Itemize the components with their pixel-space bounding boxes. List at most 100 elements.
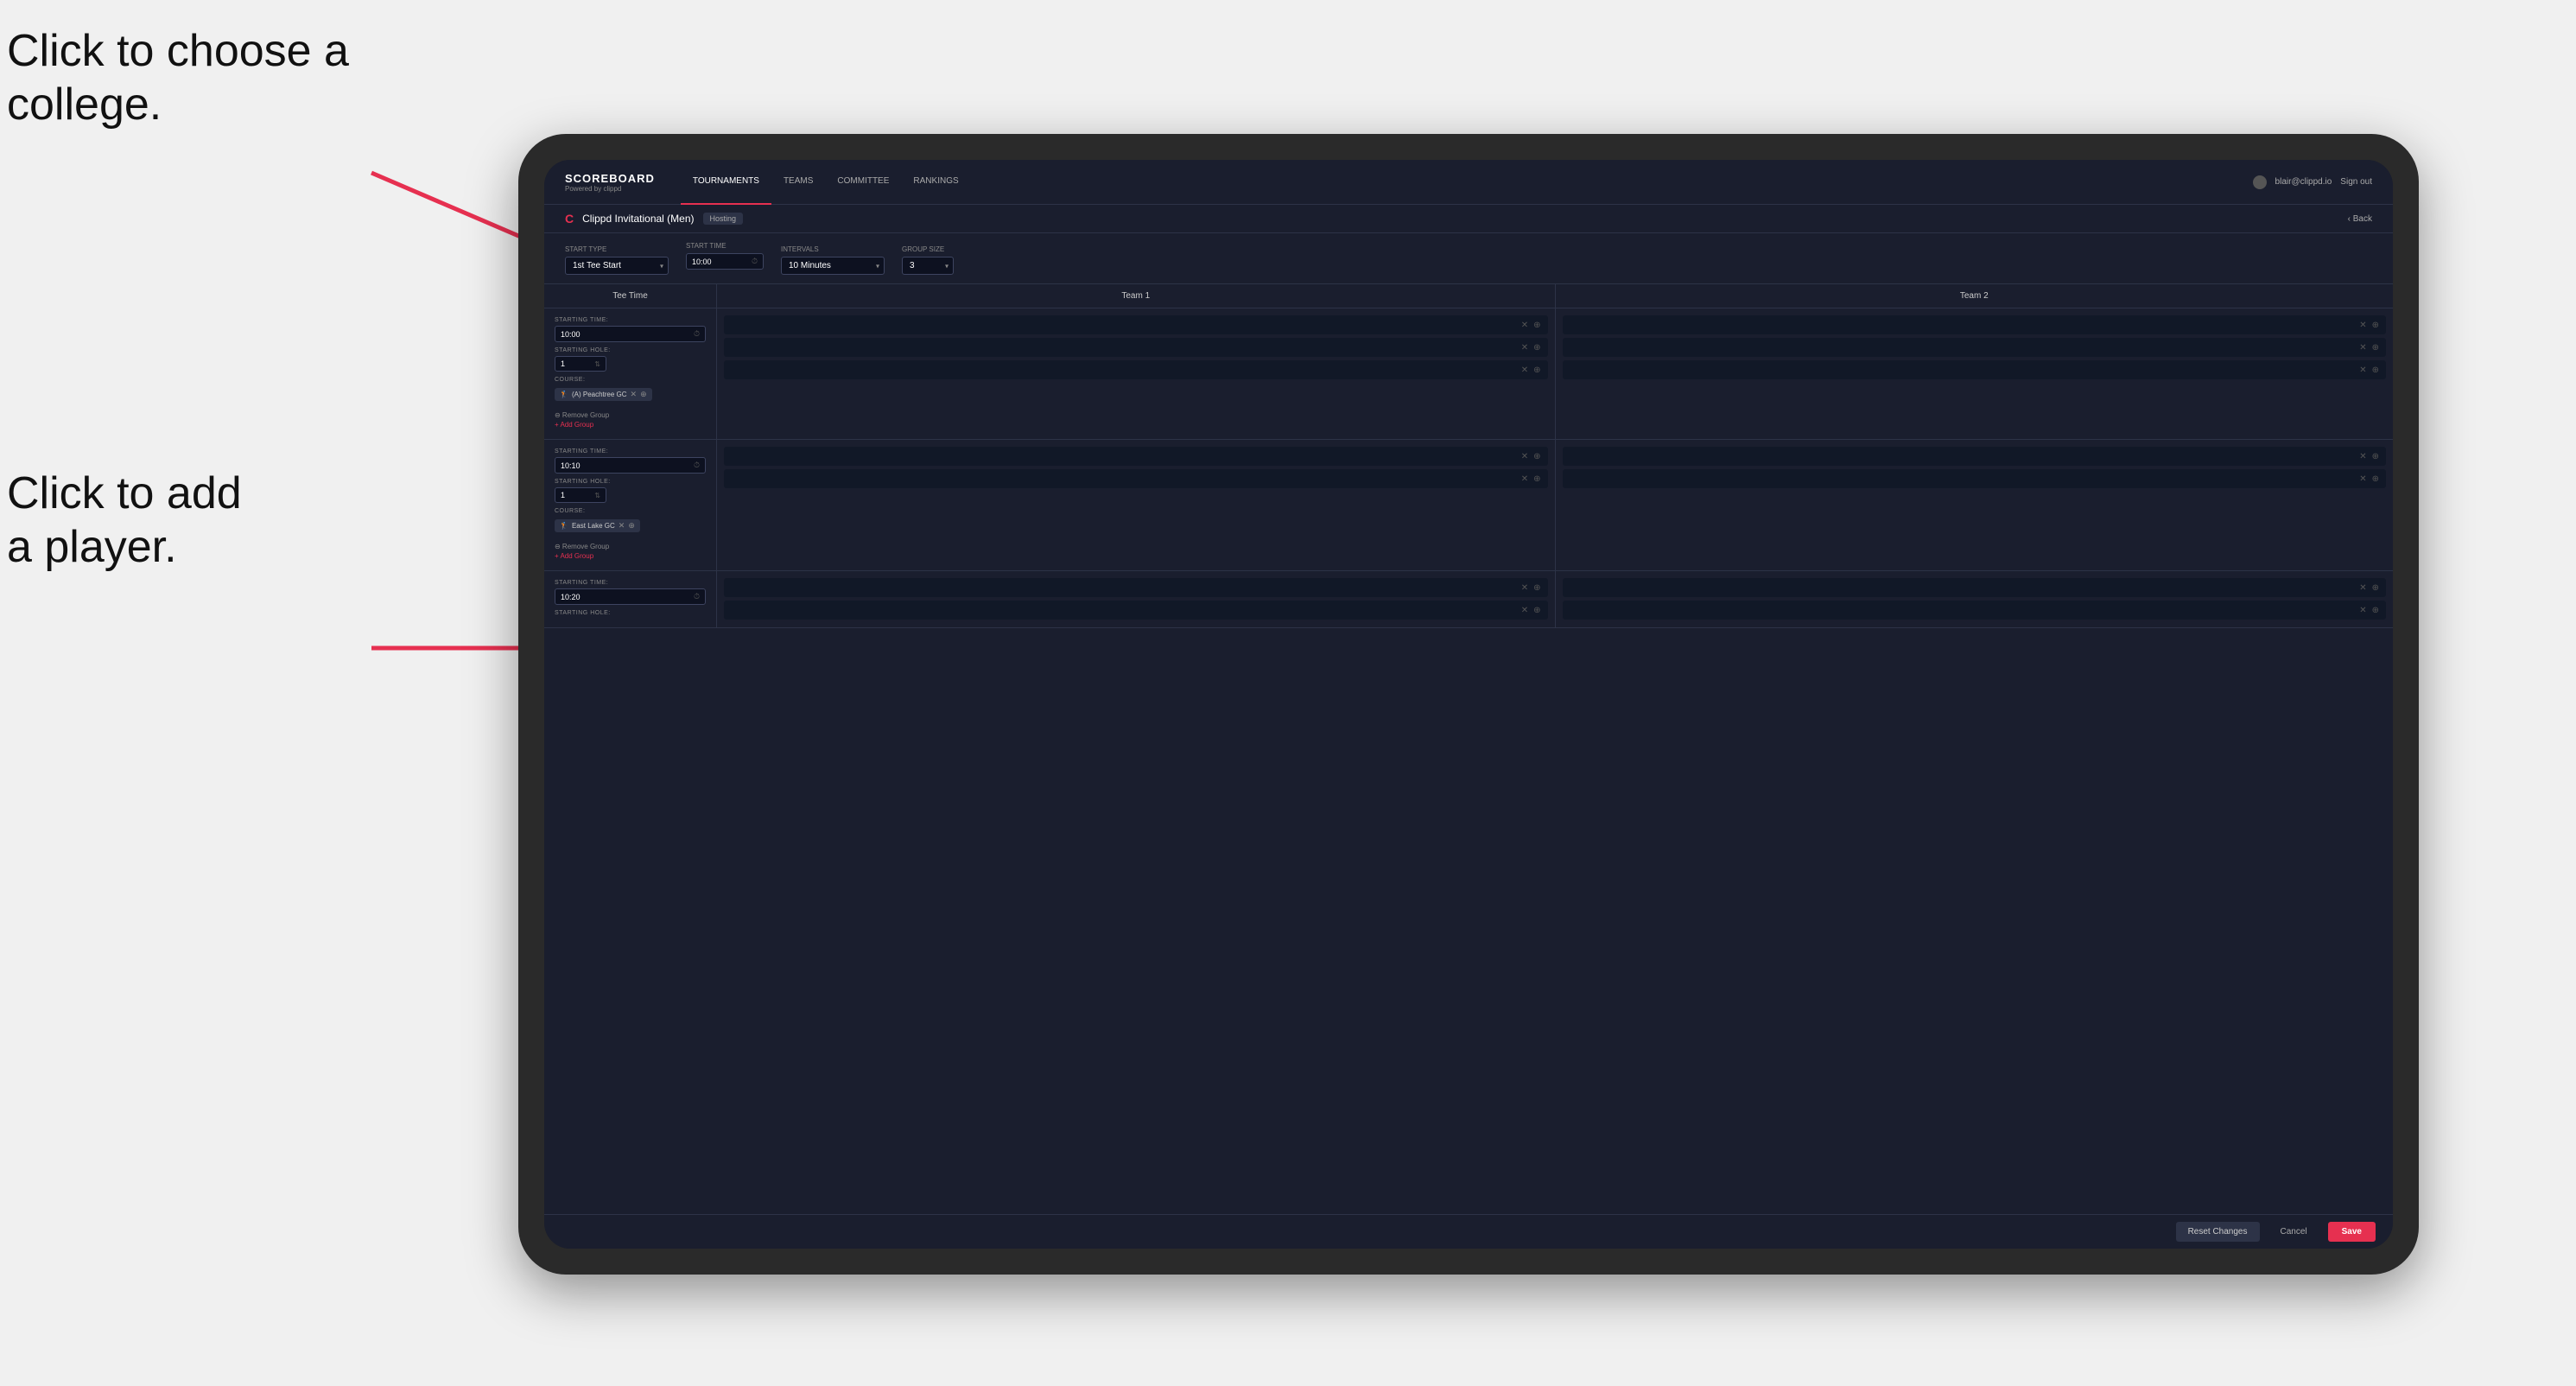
remove-slot-icon[interactable]: ✕ (1521, 474, 1528, 484)
group-row-1: STARTING TIME: 10:00 ⏱ STARTING HOLE: 1 … (544, 308, 2393, 440)
remove-slot-icon[interactable]: ✕ (2359, 474, 2366, 484)
remove-slot-icon[interactable]: ✕ (2359, 366, 2366, 375)
player-slot-2-3[interactable]: ✕ ⊕ (1563, 360, 2387, 379)
group-row-3: STARTING TIME: 10:20 ⏱ STARTING HOLE: ✕ … (544, 571, 2393, 628)
remove-slot-icon[interactable]: ✕ (1521, 452, 1528, 461)
th-team2: Team 2 (1556, 284, 2394, 308)
player-slot-t2-2[interactable]: ✕ ⊕ (1563, 469, 2387, 488)
start-time-input[interactable]: 10:00 ⏱ (686, 253, 764, 270)
player-slot-t1-2[interactable]: ✕ ⊕ (724, 469, 1548, 488)
add-slot-icon[interactable]: ⊕ (1533, 452, 1540, 461)
player-slot-1-1[interactable]: ✕ ⊕ (724, 315, 1548, 334)
sub-header: C Clippd Invitational (Men) Hosting ‹ Ba… (544, 205, 2393, 233)
st-label-1: STARTING TIME: (555, 317, 706, 323)
course-label-1: COURSE: (555, 377, 706, 383)
remove-course-1[interactable]: ✕ (631, 390, 638, 399)
remove-group-2[interactable]: ⊖ Remove Group (555, 543, 706, 550)
tablet-screen: SCOREBOARD Powered by clippd TOURNAMENTS… (544, 160, 2393, 1249)
intervals-select[interactable]: 10 Minutes (781, 257, 885, 275)
course-badge-wrapper-1: 🏌 (A) Peachtree GC ✕ ⊕ (555, 385, 706, 406)
player-slot-1-2[interactable]: ✕ ⊕ (724, 338, 1548, 357)
remove-slot-icon[interactable]: ✕ (2359, 452, 2366, 461)
player-slot-g3-t1-1[interactable]: ✕ ⊕ (724, 578, 1548, 597)
add-slot-icon[interactable]: ⊕ (1533, 474, 1540, 484)
player-slot-g3-t2-1[interactable]: ✕ ⊕ (1563, 578, 2387, 597)
add-group-1[interactable]: + Add Group (555, 421, 706, 429)
remove-slot-icon[interactable]: ✕ (2359, 583, 2366, 593)
course-options-1[interactable]: ⊕ (640, 390, 647, 399)
left-panel-3: STARTING TIME: 10:20 ⏱ STARTING HOLE: (544, 571, 717, 627)
nav-right: blair@clippd.io Sign out (2253, 175, 2372, 189)
add-group-2[interactable]: + Add Group (555, 552, 706, 560)
add-slot-icon[interactable]: ⊕ (2372, 474, 2379, 484)
add-slot-icon[interactable]: ⊕ (2372, 343, 2379, 353)
course-icon-1: 🏌 (560, 391, 568, 398)
start-type-label: Start Type (565, 245, 669, 253)
sh-arrows-2: ⇅ (594, 492, 600, 499)
course-options-2[interactable]: ⊕ (628, 521, 635, 531)
add-slot-icon[interactable]: ⊕ (2372, 321, 2379, 330)
remove-slot-icon[interactable]: ✕ (1521, 366, 1528, 375)
start-type-select[interactable]: 1st Tee Start (565, 257, 669, 275)
remove-slot-icon[interactable]: ✕ (1521, 343, 1528, 353)
remove-slot-icon[interactable]: ✕ (2359, 321, 2366, 330)
save-button[interactable]: Save (2328, 1222, 2376, 1242)
nav-rankings[interactable]: RANKINGS (901, 160, 970, 205)
st-label-2: STARTING TIME: (555, 448, 706, 455)
st-label-3: STARTING TIME: (555, 580, 706, 586)
clock-icon: ⏱ (752, 257, 758, 266)
course-badge-1[interactable]: 🏌 (A) Peachtree GC ✕ ⊕ (555, 388, 652, 401)
right-panels-2: ✕ ⊕ ✕ ⊕ ✕ ⊕ ✕ (717, 440, 2393, 570)
back-button[interactable]: ‹ Back (2348, 214, 2372, 224)
group-size-select[interactable]: 3 (902, 257, 954, 275)
table-header: Tee Time Team 1 Team 2 (544, 284, 2393, 308)
hosting-badge: Hosting (703, 213, 744, 225)
sh-label-2: STARTING HOLE: (555, 479, 706, 485)
player-slot-1-3[interactable]: ✕ ⊕ (724, 360, 1548, 379)
right-panels-1: ✕ ⊕ ✕ ⊕ ✕ ⊕ ✕ (717, 308, 2393, 439)
controls-bar: Start Type 1st Tee Start ▾ Start Time 10… (544, 233, 2393, 284)
add-slot-icon[interactable]: ⊕ (2372, 583, 2379, 593)
team1-panel-3: ✕ ⊕ ✕ ⊕ (717, 571, 1556, 627)
add-slot-icon[interactable]: ⊕ (2372, 606, 2379, 615)
player-slot-g3-t1-2[interactable]: ✕ ⊕ (724, 601, 1548, 620)
start-time-group: Start Time 10:00 ⏱ (686, 242, 764, 275)
player-slot-2-1[interactable]: ✕ ⊕ (1563, 315, 2387, 334)
player-slot-t2-1[interactable]: ✕ ⊕ (1563, 447, 2387, 466)
add-slot-icon[interactable]: ⊕ (2372, 366, 2379, 375)
team2-panel-3: ✕ ⊕ ✕ ⊕ (1556, 571, 2394, 627)
remove-slot-icon[interactable]: ✕ (2359, 606, 2366, 615)
left-panel-1: STARTING TIME: 10:00 ⏱ STARTING HOLE: 1 … (544, 308, 717, 439)
player-slot-g3-t2-2[interactable]: ✕ ⊕ (1563, 601, 2387, 620)
sh-arrows-1: ⇅ (594, 360, 600, 368)
add-slot-icon[interactable]: ⊕ (1533, 343, 1540, 353)
sign-out-link[interactable]: Sign out (2340, 177, 2372, 187)
add-slot-icon[interactable]: ⊕ (1533, 606, 1540, 615)
player-slot-2-2[interactable]: ✕ ⊕ (1563, 338, 2387, 357)
remove-slot-icon[interactable]: ✕ (1521, 606, 1528, 615)
remove-slot-icon[interactable]: ✕ (1521, 321, 1528, 330)
add-slot-icon[interactable]: ⊕ (2372, 452, 2379, 461)
add-slot-icon[interactable]: ⊕ (1533, 321, 1540, 330)
nav-committee[interactable]: COMMITTEE (825, 160, 901, 205)
nav-tournaments[interactable]: TOURNAMENTS (681, 160, 771, 205)
remove-course-2[interactable]: ✕ (619, 521, 625, 531)
add-slot-icon[interactable]: ⊕ (1533, 583, 1540, 593)
add-slot-icon[interactable]: ⊕ (1533, 366, 1540, 375)
sh-input-1[interactable]: 1 ⇅ (555, 356, 606, 372)
remove-slot-icon[interactable]: ✕ (1521, 583, 1528, 593)
nav-teams[interactable]: TEAMS (771, 160, 825, 205)
remove-group-1[interactable]: ⊖ Remove Group (555, 411, 706, 419)
footer-bar: Reset Changes Cancel Save (544, 1214, 2393, 1249)
remove-slot-icon[interactable]: ✕ (2359, 343, 2366, 353)
logo-area: SCOREBOARD Powered by clippd (565, 172, 655, 193)
course-badge-2[interactable]: 🏌 East Lake GC ✕ ⊕ (555, 519, 640, 532)
player-slot-t1-1[interactable]: ✕ ⊕ (724, 447, 1548, 466)
st-input-3[interactable]: 10:20 ⏱ (555, 588, 706, 605)
st-input-2[interactable]: 10:10 ⏱ (555, 457, 706, 474)
main-content: STARTING TIME: 10:00 ⏱ STARTING HOLE: 1 … (544, 308, 2393, 1214)
sh-input-2[interactable]: 1 ⇅ (555, 487, 606, 503)
st-input-1[interactable]: 10:00 ⏱ (555, 326, 706, 342)
cancel-button[interactable]: Cancel (2268, 1222, 2319, 1242)
reset-button[interactable]: Reset Changes (2176, 1222, 2260, 1242)
